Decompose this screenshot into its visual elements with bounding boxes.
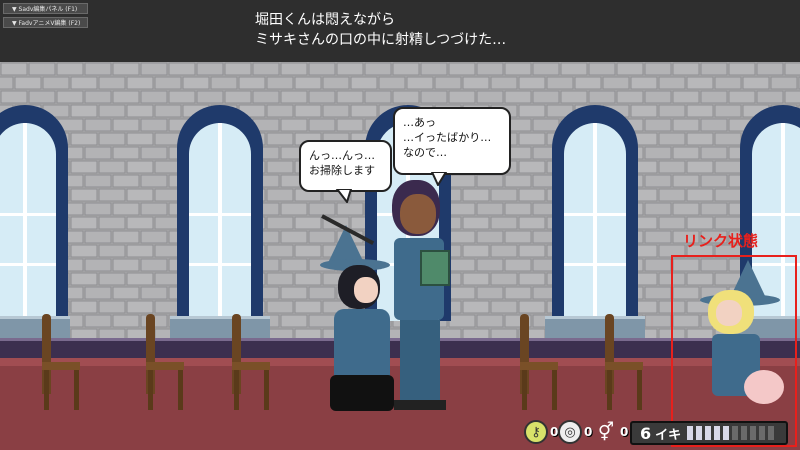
iki-gauge: 6 イキ <box>630 421 788 445</box>
iki-segment <box>759 426 766 440</box>
narration-line-2: ミサキさんの口の中に射精しつづけた… <box>255 32 507 48</box>
speech-bubble-boy: …あっ …イったばかり… なので… <box>393 107 511 175</box>
iki-label: イキ <box>655 427 682 443</box>
iki-segment <box>741 426 748 440</box>
bubble-line: お掃除します <box>309 164 375 177</box>
narration-text[interactable]: 堀田くんは悶えながら ミサキさんの口の中に射精しつづけた… <box>255 10 675 50</box>
arched-window <box>177 105 263 321</box>
male-female-icon: ⚥ <box>597 421 615 443</box>
iki-segment <box>732 426 739 440</box>
dialogue-bar: ▼ Sadv編集パネル (F1) ▼ FadvアニメV編集 (F2) 堀田くんは… <box>0 0 800 62</box>
key-icon: ⚷ <box>524 420 548 444</box>
speech-bubble-girl: んっ…んっ… お掃除します <box>299 140 392 192</box>
iki-segments <box>687 426 777 440</box>
iki-segment <box>705 426 712 440</box>
arched-window <box>552 105 638 321</box>
chair <box>520 314 558 410</box>
bubble-tail <box>335 189 353 203</box>
iki-segment <box>768 426 775 440</box>
link-state-box <box>671 255 797 447</box>
bubble-line: …あっ <box>403 116 436 129</box>
standing-boy-character <box>380 180 460 410</box>
chair <box>605 314 643 410</box>
narration-line-1: 堀田くんは悶えながら <box>255 12 395 28</box>
bubble-line: なので… <box>403 146 447 159</box>
coin-count: 0 <box>584 425 593 439</box>
debug-panel-sadv[interactable]: ▼ Sadv編集パネル (F1) <box>3 3 88 14</box>
iki-value: 6 <box>640 423 652 443</box>
chair <box>232 314 270 410</box>
bubble-line: んっ…んっ… <box>309 149 375 162</box>
hud-key: ⚷ 0 <box>524 419 558 445</box>
hud-coin: ◎ 0 <box>558 419 592 445</box>
arched-window <box>0 105 68 321</box>
debug-panel-fadv[interactable]: ▼ FadvアニメV編集 (F2) <box>3 17 88 28</box>
chair <box>42 314 80 410</box>
iki-segment <box>750 426 757 440</box>
bubble-line: …イったばかり… <box>403 131 492 144</box>
hud-gender: ⚥ 0 <box>594 419 629 445</box>
link-state-label: リンク状態 <box>683 232 759 250</box>
gender-count: 0 <box>620 425 629 439</box>
bubble-tail <box>430 172 448 186</box>
iki-segment <box>714 426 721 440</box>
coin-icon: ◎ <box>558 420 582 444</box>
chair <box>146 314 184 410</box>
iki-segment <box>687 426 694 440</box>
iki-segment <box>696 426 703 440</box>
iki-segment <box>723 426 730 440</box>
game-stage: ▼ Sadv編集パネル (F1) ▼ FadvアニメV編集 (F2) 堀田くんは… <box>0 0 800 450</box>
